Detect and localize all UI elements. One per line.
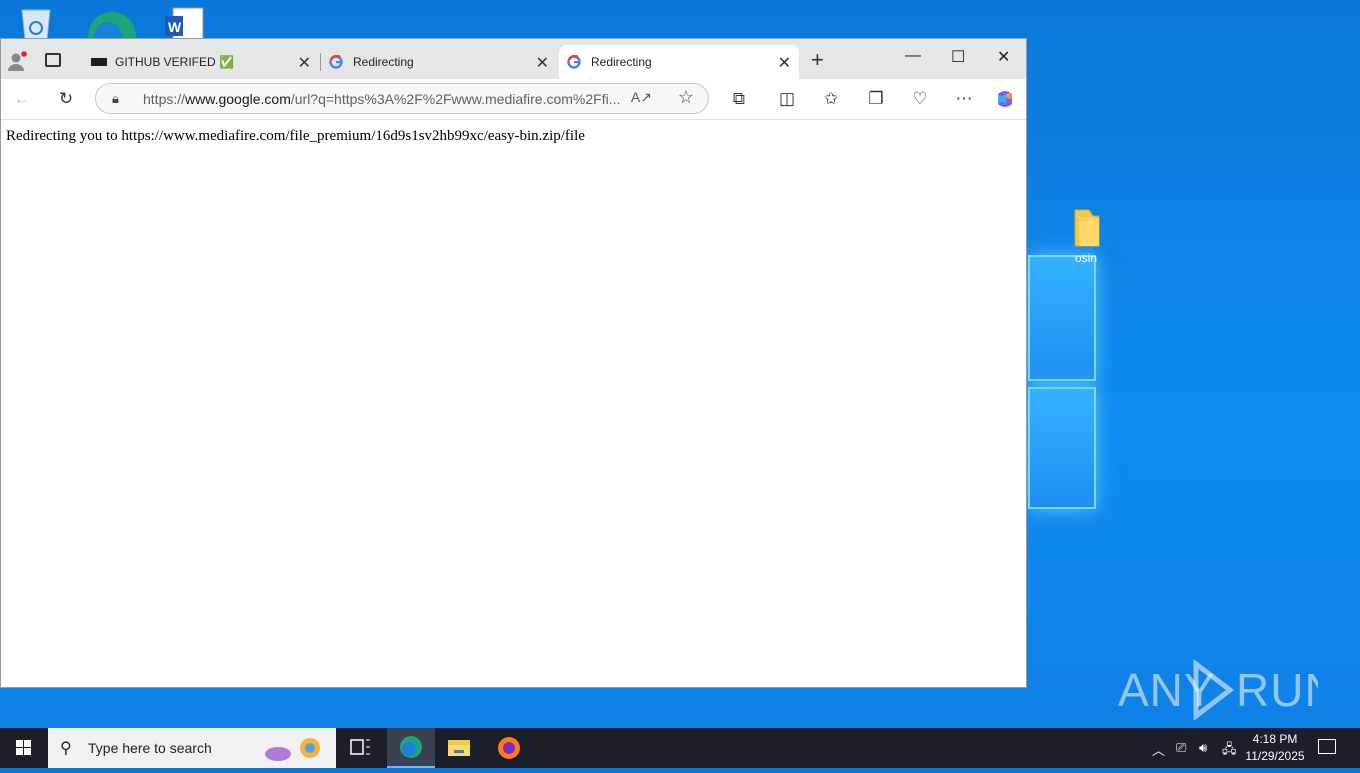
search-icon: ⚲ (60, 740, 72, 757)
profile-icon[interactable] (7, 51, 27, 71)
new-tab-button[interactable]: + (811, 47, 824, 73)
close-tab-icon[interactable]: ✕ (778, 53, 791, 73)
word-document-icon[interactable]: W (165, 6, 205, 41)
collections-icon[interactable]: ❐ (865, 88, 887, 110)
dark-banner-icon (91, 55, 107, 69)
tab-title: Redirecting (591, 55, 652, 69)
browser-essentials-icon[interactable]: ♡ (909, 88, 931, 110)
taskbar-search[interactable]: ⚲ Type here to search (48, 728, 336, 768)
lock-icon: 🔒︎ (112, 91, 119, 106)
redirect-message: Redirecting you to https://www.mediafire… (6, 128, 585, 144)
taskbar-file-explorer[interactable] (435, 728, 483, 768)
windows-wallpaper-logo (1028, 255, 1098, 530)
back-button[interactable]: ← (11, 88, 33, 110)
google-icon (567, 54, 581, 69)
maximize-button[interactable]: ☐ (951, 47, 965, 67)
recycle-bin-icon[interactable] (16, 6, 56, 41)
tab-title: GITHUB VERIFED ✅ (115, 55, 234, 69)
firefox-icon (498, 737, 520, 759)
clock-date: 11/29/2025 (1245, 749, 1305, 763)
anyrun-watermark: ANY RUN (1118, 656, 1338, 722)
google-icon (329, 54, 343, 69)
windows-start-icon (16, 740, 31, 755)
file-explorer-icon (448, 740, 470, 756)
address-bar[interactable]: 🔒︎ https://www.google.com/url?q=https%3A… (95, 83, 709, 114)
copilot-icon[interactable] (994, 88, 1016, 110)
task-view-button[interactable] (336, 728, 384, 768)
tab-title: Redirecting (353, 55, 414, 69)
search-highlight-icon (265, 738, 320, 761)
read-aloud-icon[interactable]: A↗ (631, 89, 652, 106)
tab-actions-icon[interactable] (45, 53, 61, 67)
close-tab-icon[interactable]: ✕ (536, 53, 549, 73)
refresh-button[interactable]: ↻ (55, 88, 77, 110)
svg-text:RUN: RUN (1236, 664, 1318, 716)
start-button[interactable] (0, 728, 48, 768)
volume-icon[interactable]: 🔊︎ (1199, 740, 1207, 756)
close-tab-icon[interactable]: ✕ (298, 53, 311, 73)
more-options-icon[interactable]: ⋯ (953, 88, 975, 110)
folder-icon (1074, 209, 1100, 247)
taskbar-edge[interactable] (387, 728, 435, 768)
meet-now-icon[interactable]: ⎚ (1176, 740, 1186, 756)
system-clock[interactable]: 4:18 PM 11/29/2025 (1240, 731, 1310, 765)
taskbar-firefox[interactable] (485, 728, 533, 768)
edge-desktop-icon[interactable] (88, 6, 136, 60)
desktop-folder-label: osin (1074, 251, 1097, 265)
search-placeholder: Type here to search (88, 740, 212, 756)
address-url: https://www.google.com/url?q=https%3A%2F… (143, 91, 621, 107)
tab-strip: GITHUB VERIFED ✅ ✕ Redirecting ✕ Redirec… (1, 39, 1026, 79)
page-content: Redirecting you to https://www.mediafire… (1, 120, 1026, 687)
network-icon[interactable]: 🖧︎ (1222, 740, 1237, 762)
notification-icon[interactable] (1318, 739, 1336, 754)
tab-github-verifed[interactable]: GITHUB VERIFED ✅ ✕ (83, 45, 319, 79)
browser-toolbar: ← ↻ 🔒︎ https://www.google.com/url?q=http… (1, 79, 1026, 120)
tab-redirecting-1[interactable]: Redirecting ✕ (321, 45, 557, 79)
split-screen-icon[interactable]: ◫ (776, 88, 798, 110)
close-window-button[interactable]: ✕ (997, 47, 1010, 67)
edge-icon (400, 736, 422, 758)
clock-time: 4:18 PM (1252, 732, 1298, 746)
edge-browser-window: GITHUB VERIFED ✅ ✕ Redirecting ✕ Redirec… (0, 38, 1027, 688)
favorites-icon[interactable]: ✩ (820, 88, 842, 110)
svg-text:W: W (168, 19, 182, 35)
show-hidden-icons[interactable]: ︿ (1152, 740, 1165, 759)
extensions-icon[interactable]: ⧉ (728, 88, 750, 110)
taskbar: ⚲ Type here to search ︿ ⎚ 🔊︎ 🖧︎ 4:18 PM … (0, 728, 1360, 768)
favorite-star-icon[interactable]: ☆ (678, 87, 694, 108)
svg-text:ANY: ANY (1118, 664, 1216, 716)
desktop-folder[interactable]: osin (1062, 208, 1110, 265)
minimize-button[interactable]: — (905, 47, 921, 65)
tab-redirecting-active[interactable]: Redirecting ✕ (559, 45, 799, 79)
